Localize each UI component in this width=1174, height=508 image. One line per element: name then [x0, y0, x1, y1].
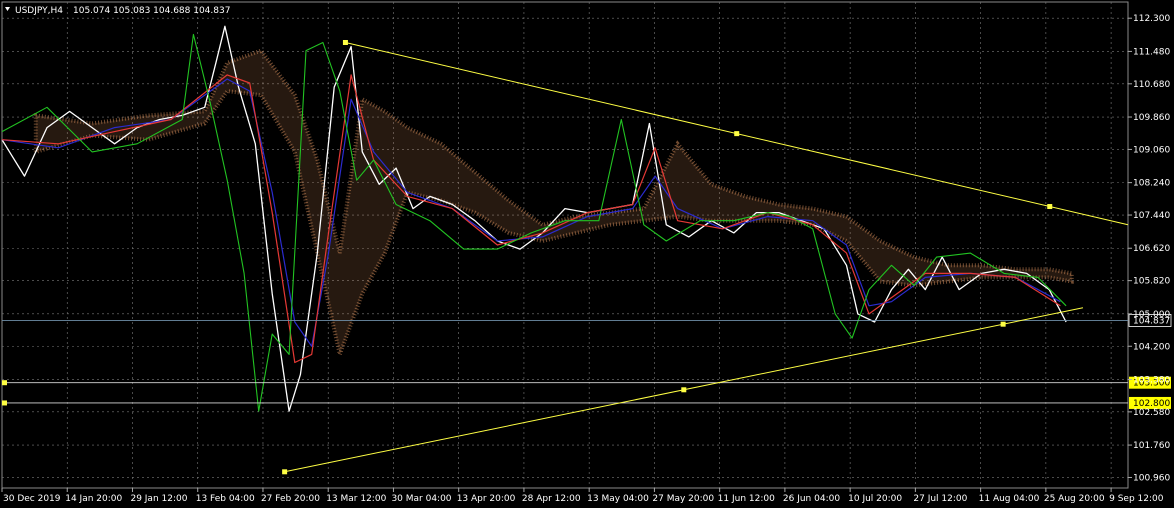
price-tick-label: 112.300 [1133, 14, 1170, 24]
series-line [1, 25, 1067, 412]
level-handle[interactable] [2, 400, 7, 406]
symbol-timeframe: USDJPY,H4 [15, 6, 63, 16]
time-tick-label: 9 Sep 12:00 [1109, 494, 1164, 504]
price-tick-label: 108.240 [1133, 179, 1170, 189]
time-tick-label: 27 Jul 12:00 [913, 494, 967, 504]
time-tick-label: 10 Jul 20:00 [848, 494, 902, 504]
time-tick-label: 26 Jun 04:00 [783, 494, 840, 504]
price-tick-label: 105.820 [1133, 277, 1170, 287]
time-axis: 30 Dec 2019 14 Jan 20:00 29 Jan 12:00 13 Fe… [1, 488, 1164, 504]
time-tick-label: 30 Mar 04:00 [391, 494, 451, 504]
time-tick-label: 11 Aug 04:00 [979, 494, 1040, 504]
cloud-hatch-area [33, 48, 1074, 362]
price-tick-label: 100.960 [1133, 473, 1170, 483]
chart-header: USDJPY,H4 105.074 105.083 104.688 104.83… [5, 6, 230, 16]
trendline-handle[interactable] [1000, 321, 1006, 327]
time-tick-label: 14 Jan 20:00 [65, 494, 122, 504]
ichimoku-cloud [33, 48, 1074, 362]
time-tick-label: 30 Dec 2019 [3, 494, 61, 504]
level-handle[interactable] [2, 380, 7, 386]
grid-lines [1, 1, 1129, 489]
trendlines [282, 40, 1129, 475]
time-tick-label: 13 Feb 04:00 [196, 494, 255, 504]
time-tick-label: 28 Apr 12:00 [522, 494, 581, 504]
time-tick-label: 29 Jan 12:00 [130, 494, 187, 504]
price-tick-label: 101.760 [1133, 441, 1170, 451]
price-tick-label: 111.480 [1133, 47, 1170, 57]
horizontal-levels: 104.837103.300102.800 [2, 314, 1172, 409]
trendline-handle[interactable] [1047, 204, 1053, 210]
price-tick-label: 106.620 [1133, 244, 1170, 254]
series-layer [1, 25, 1067, 412]
price-tick-label: 107.440 [1133, 211, 1170, 221]
price-tick-label: 109.060 [1133, 145, 1170, 155]
price-tick-label: 104.200 [1133, 342, 1170, 352]
trendline-handle[interactable] [342, 40, 348, 45]
trendline-handle[interactable] [282, 469, 288, 475]
price-tick-label: 102.580 [1133, 408, 1170, 418]
price-chart[interactable]: 104.837103.300102.800 112.300 111.480 110.… [0, 0, 1174, 508]
price-tick-label: 105.000 [1133, 310, 1170, 320]
time-tick-label: 13 Mar 12:00 [326, 494, 386, 504]
price-tick-label: 110.680 [1133, 80, 1170, 90]
cloud-fill [35, 50, 1072, 355]
trendline-handle[interactable] [681, 387, 687, 393]
time-tick-label: 25 Aug 20:00 [1044, 494, 1105, 504]
time-tick-label: 13 Apr 20:00 [457, 494, 516, 504]
time-tick-label: 11 Jun 12:00 [718, 494, 775, 504]
plot-frame [1, 1, 1129, 489]
ohlc-values: 105.074 105.083 104.688 104.837 [73, 6, 230, 16]
price-axis: 112.300 111.480 110.680 109.860 109.060 108.2… [1128, 14, 1170, 483]
trendline-handle[interactable] [734, 131, 740, 137]
time-tick-label: 13 May 04:00 [587, 494, 649, 504]
price-tick-label: 103.380 [1133, 375, 1170, 385]
time-tick-label: 27 May 20:00 [652, 494, 714, 504]
time-tick-label: 27 Feb 20:00 [261, 494, 320, 504]
collapse-arrow-icon[interactable] [5, 7, 10, 11]
price-tick-label: 109.860 [1133, 113, 1170, 123]
